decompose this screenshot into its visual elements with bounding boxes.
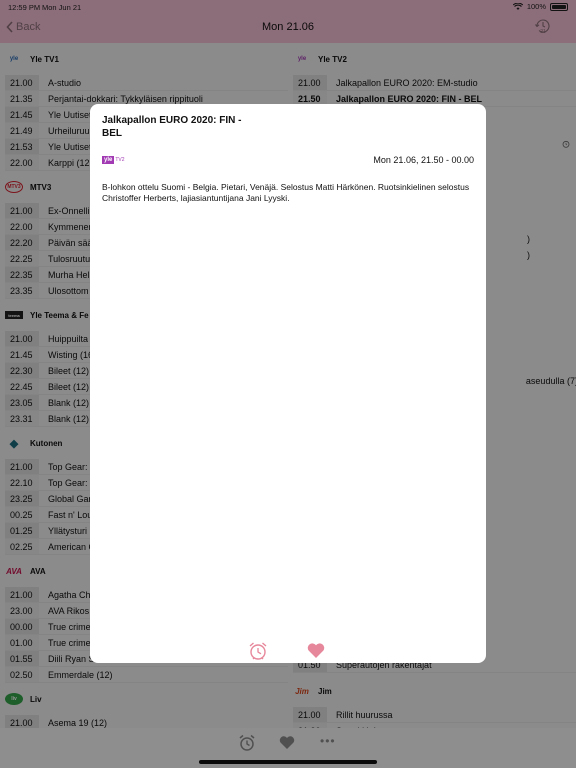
modal-program-title: Jalkapallon EURO 2020: FIN - BEL [102,115,242,139]
program-detail-modal: Jalkapallon EURO 2020: FIN - BEL yle TV2… [90,104,486,663]
logo-tv2-text: TV2 [115,157,125,163]
favorite-heart-icon[interactable] [307,642,325,659]
modal-time-range: Mon 21.06, 21.50 - 00.00 [373,155,474,165]
yle-tv2-logo: yle TV2 [102,154,125,166]
set-reminder-alarm-icon[interactable] [248,641,268,661]
modal-description: B-lohkon ottelu Suomi - Belgia. Pietari,… [102,182,470,203]
logo-yle-text: yle [102,156,115,164]
